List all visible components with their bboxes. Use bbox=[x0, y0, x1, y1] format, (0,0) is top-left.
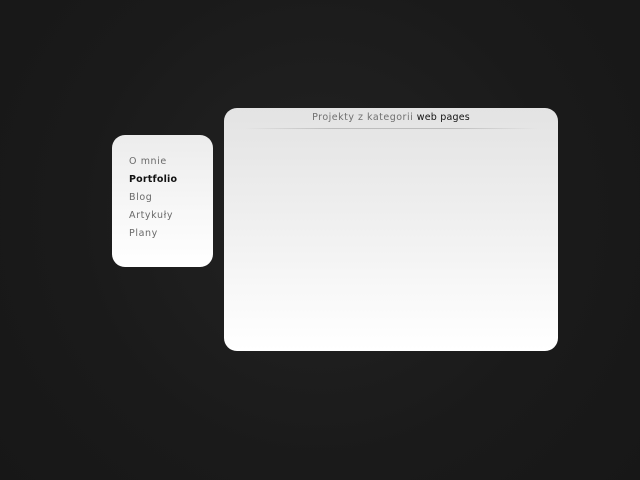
navigation-panel: O mnie Portfolio Blog Artykuły Plany bbox=[112, 135, 213, 267]
content-body bbox=[224, 130, 558, 351]
content-header: Projekty z kategorii web pages bbox=[224, 112, 558, 123]
nav-item-blog[interactable]: Blog bbox=[129, 192, 213, 210]
header-category: web pages bbox=[416, 112, 470, 123]
header-prefix: Projekty z kategorii bbox=[312, 112, 414, 123]
nav-item-plany[interactable]: Plany bbox=[129, 228, 213, 246]
header-divider bbox=[244, 128, 538, 129]
nav-menu: O mnie Portfolio Blog Artykuły Plany bbox=[112, 156, 213, 246]
nav-item-o-mnie[interactable]: O mnie bbox=[129, 156, 213, 174]
nav-item-artykuly[interactable]: Artykuły bbox=[129, 210, 213, 228]
content-panel: Projekty z kategorii web pages bbox=[224, 108, 558, 351]
nav-item-portfolio[interactable]: Portfolio bbox=[129, 174, 213, 192]
